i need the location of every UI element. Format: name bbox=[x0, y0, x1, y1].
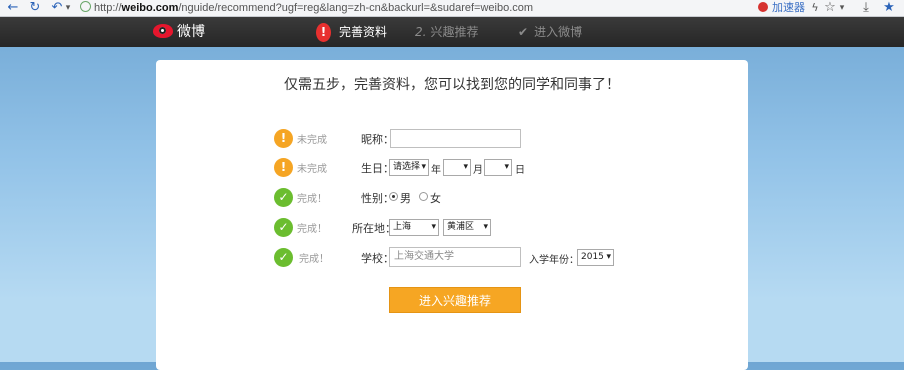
download-icon[interactable]: ⤓ bbox=[860, 0, 872, 16]
accelerator-label: 加速器 bbox=[772, 1, 805, 14]
weibo-eye-icon bbox=[153, 24, 173, 38]
gender-female-label: 女 bbox=[430, 192, 441, 205]
url-host: weibo.com bbox=[121, 2, 179, 14]
bookmark-star-icon[interactable]: ★ bbox=[882, 0, 896, 16]
step-label: 兴趣推荐 bbox=[430, 25, 479, 39]
warning-icon: ! bbox=[274, 158, 293, 177]
alert-icon: ! bbox=[316, 23, 331, 42]
logo-text: 微博 bbox=[177, 24, 205, 40]
back-icon[interactable]: ← bbox=[6, 0, 20, 16]
location-row: ✓ 完成！ 所在地： 上海 黄浦区 bbox=[156, 217, 748, 239]
warning-icon: ! bbox=[274, 129, 293, 148]
check-circle-icon: ✓ bbox=[274, 218, 293, 237]
star-outline-icon[interactable]: ☆ bbox=[824, 0, 836, 16]
year-unit: 年 bbox=[431, 165, 441, 176]
status-text: 完成！ bbox=[297, 194, 327, 205]
step-number: 2. bbox=[415, 25, 427, 39]
gender-row: ✓ 完成！ 性别： 男 女 bbox=[156, 187, 748, 209]
page-title: 仅需五步，完善资料，您可以找到您的同学和同事了！ bbox=[284, 77, 620, 93]
bolt-icon[interactable]: ϟ bbox=[810, 0, 820, 16]
undo-icon[interactable]: ↶ bbox=[50, 0, 64, 16]
school-input[interactable]: 上海交通大学 bbox=[389, 247, 521, 267]
nickname-row: ! 未完成 昵称： bbox=[156, 128, 748, 150]
profile-card: 仅需五步，完善资料，您可以找到您的同学和同事了！ ! 未完成 昵称： ! 未完成… bbox=[156, 60, 748, 370]
check-circle-icon: ✓ bbox=[274, 188, 293, 207]
step-complete-profile: ! 完善资料 bbox=[316, 17, 387, 47]
chevron-down-icon[interactable]: ▾ bbox=[64, 0, 72, 16]
weibo-logo[interactable]: 微博 bbox=[153, 21, 205, 43]
status-text: 未完成 bbox=[297, 164, 327, 175]
birth-year-select[interactable]: 请选择 bbox=[389, 159, 429, 176]
enroll-year-select[interactable]: 2015 bbox=[577, 249, 614, 266]
gender-male-label: 男 bbox=[400, 192, 411, 205]
nickname-input[interactable] bbox=[390, 129, 521, 148]
step-label: 完善资料 bbox=[339, 25, 388, 39]
step-enter-weibo: ✔ 进入微博 bbox=[518, 17, 582, 47]
status-text: 完成！ bbox=[297, 224, 327, 235]
address-bar[interactable]: http://weibo.com/nguide/recommend?ugf=re… bbox=[80, 1, 533, 15]
submit-button[interactable]: 进入兴趣推荐 bbox=[389, 287, 521, 313]
gender-male-radio[interactable] bbox=[389, 192, 398, 201]
url-path: /nguide/recommend?ugf=reg&lang=zh-cn&bac… bbox=[178, 2, 534, 14]
district-select[interactable]: 黄浦区 bbox=[443, 219, 491, 236]
accelerator-icon bbox=[758, 2, 768, 12]
check-icon: ✔ bbox=[518, 25, 529, 39]
chevron-down-icon[interactable]: ▾ bbox=[838, 0, 846, 16]
province-select[interactable]: 上海 bbox=[389, 219, 439, 236]
accelerator-button[interactable]: 加速器 bbox=[758, 0, 805, 16]
birth-day-select[interactable] bbox=[484, 159, 512, 176]
step-interest: 2. 兴趣推荐 bbox=[415, 17, 478, 47]
enroll-year-label: 入学年份： bbox=[529, 255, 579, 266]
birth-month-select[interactable] bbox=[443, 159, 471, 176]
browser-toolbar: ← ↻ ↶ ▾ http://weibo.com/nguide/recommen… bbox=[0, 0, 904, 17]
step-label: 进入微博 bbox=[534, 25, 583, 39]
refresh-icon[interactable]: ↻ bbox=[28, 0, 42, 16]
birthday-row: ! 未完成 生日： 请选择 年 月 日 bbox=[156, 157, 748, 179]
check-circle-icon: ✓ bbox=[274, 248, 293, 267]
url-prefix: http:// bbox=[94, 2, 122, 14]
status-text: 未完成 bbox=[297, 135, 327, 146]
status-text: 完成！ bbox=[299, 254, 329, 265]
day-unit: 日 bbox=[515, 165, 525, 176]
weibo-header: 微博 ! 完善资料 2. 兴趣推荐 ✔ 进入微博 bbox=[0, 17, 904, 47]
gender-female-radio[interactable] bbox=[419, 192, 428, 201]
school-row: ✓ 完成！ 学校： 上海交通大学 入学年份： 2015 bbox=[156, 247, 748, 269]
lock-icon bbox=[80, 1, 91, 12]
month-unit: 月 bbox=[473, 165, 483, 176]
